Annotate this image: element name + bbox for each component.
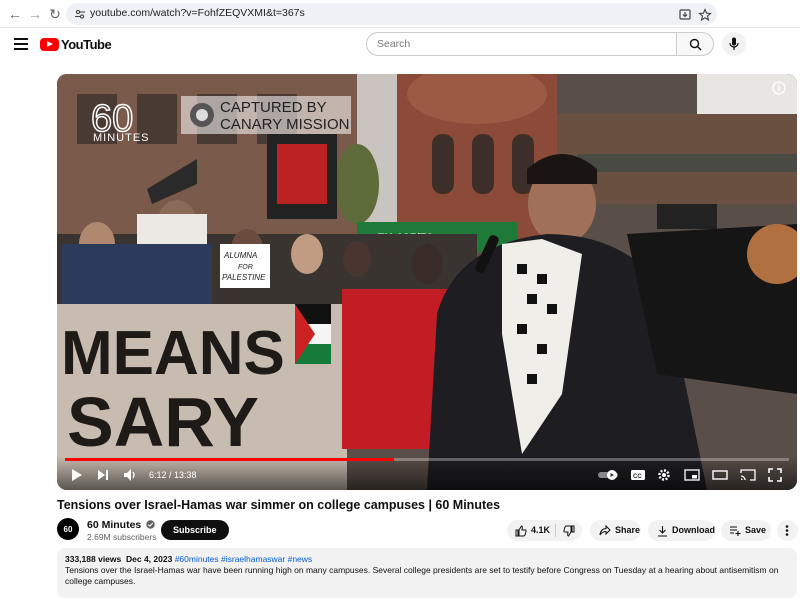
install-app-icon[interactable] bbox=[678, 8, 692, 22]
video-frame[interactable]: ZX-135/70 ALUMNA FOR PALESTINE MEANS SAR… bbox=[57, 74, 797, 490]
sign-text-line3: PALESTINE bbox=[222, 273, 266, 282]
overlay-captured-line1: CAPTURED BY bbox=[220, 99, 327, 116]
logo-text: YouTube bbox=[61, 36, 112, 52]
video-player[interactable]: ZX-135/70 ALUMNA FOR PALESTINE MEANS SAR… bbox=[57, 74, 797, 490]
voice-search-button[interactable] bbox=[722, 32, 746, 56]
youtube-header: YouTube Search bbox=[0, 28, 800, 64]
verified-check-icon bbox=[146, 520, 155, 529]
avatar-text: 60 bbox=[63, 524, 73, 534]
search-input[interactable]: Search bbox=[366, 32, 676, 56]
banner-text-line2: SARY bbox=[67, 383, 259, 461]
sign-text-line2: FOR bbox=[238, 264, 253, 271]
time-display: 6:12 / 13:38 bbox=[149, 470, 197, 480]
forward-icon[interactable]: → bbox=[26, 5, 44, 23]
download-button[interactable]: Download bbox=[648, 520, 715, 541]
url-text[interactable]: youtube.com/watch?v=FohfZEQVXMI&t=367s bbox=[90, 7, 305, 19]
captions-icon[interactable]: CC bbox=[630, 468, 646, 482]
channel-row: 60 60 Minutes 2.69M subscribers Subscrib… bbox=[57, 518, 798, 542]
reload-icon[interactable]: ↻ bbox=[46, 5, 64, 23]
youtube-play-icon bbox=[40, 37, 59, 51]
volume-icon[interactable] bbox=[123, 468, 137, 482]
theater-mode-icon[interactable] bbox=[712, 468, 728, 482]
save-label: Save bbox=[745, 525, 767, 535]
channel-name[interactable]: 60 Minutes bbox=[87, 519, 155, 531]
like-dislike-group: 4.1K bbox=[507, 520, 582, 541]
like-count: 4.1K bbox=[531, 525, 551, 535]
play-icon[interactable] bbox=[71, 468, 83, 482]
progress-bar[interactable] bbox=[65, 458, 789, 461]
dislike-button[interactable] bbox=[557, 520, 582, 541]
more-actions-button[interactable] bbox=[777, 520, 798, 541]
search-button[interactable] bbox=[676, 32, 714, 56]
video-title: Tensions over Israel-Hamas war simmer on… bbox=[57, 498, 501, 512]
subscribe-button[interactable]: Subscribe bbox=[161, 520, 229, 540]
browser-toolbar: ← → ↻ youtube.com/watch?v=FohfZEQVXMI&t=… bbox=[0, 0, 800, 28]
hamburger-menu-icon[interactable] bbox=[14, 38, 28, 50]
settings-gear-icon[interactable] bbox=[657, 468, 671, 482]
subscriber-count: 2.69M subscribers bbox=[87, 532, 157, 542]
download-icon bbox=[658, 526, 667, 537]
channel-avatar[interactable]: 60 bbox=[57, 518, 79, 540]
next-icon[interactable] bbox=[97, 468, 109, 482]
sign-text-line1: ALUMNA bbox=[223, 251, 257, 260]
share-button[interactable]: Share bbox=[590, 520, 641, 541]
bookmark-star-icon[interactable] bbox=[698, 8, 712, 22]
player-controls: 6:12 / 13:38 CC bbox=[57, 456, 797, 490]
upload-date: Dec 4, 2023 bbox=[125, 554, 173, 564]
thumbs-up-icon bbox=[515, 525, 527, 537]
share-label: Share bbox=[615, 525, 641, 535]
more-vert-icon bbox=[785, 525, 789, 536]
channel-name-text[interactable]: 60 Minutes bbox=[87, 519, 141, 531]
microphone-icon bbox=[729, 37, 739, 50]
overlay-captured-line2: CANARY MISSION bbox=[220, 116, 349, 133]
cast-icon[interactable] bbox=[740, 468, 756, 482]
autoplay-toggle-icon[interactable] bbox=[597, 468, 619, 482]
view-count: 333,188 views bbox=[65, 554, 122, 564]
hashtags[interactable]: #60minutes #israelhamaswar #news bbox=[175, 554, 313, 564]
description-meta: 333,188 views Dec 4, 2023 #60minutes #is… bbox=[65, 554, 789, 565]
address-bar[interactable]: youtube.com/watch?v=FohfZEQVXMI&t=367s bbox=[66, 3, 717, 25]
download-label: Download bbox=[672, 525, 715, 535]
progress-fill bbox=[65, 458, 395, 461]
search-icon bbox=[689, 38, 702, 51]
description-box[interactable]: 333,188 views Dec 4, 2023 #60minutes #is… bbox=[57, 548, 797, 598]
save-button[interactable]: Save bbox=[721, 520, 771, 541]
description-text: Tensions over the Israel-Hamas war have … bbox=[65, 565, 779, 586]
thumbs-down-icon bbox=[563, 525, 575, 537]
overlay-brand-line2: MINUTES bbox=[93, 132, 150, 144]
share-icon bbox=[599, 525, 611, 536]
banner-text-line1: MEANS bbox=[61, 319, 285, 388]
site-settings-icon[interactable] bbox=[74, 8, 86, 20]
svg-text:CC: CC bbox=[633, 474, 642, 480]
fullscreen-icon[interactable] bbox=[768, 468, 782, 482]
save-playlist-icon bbox=[730, 526, 741, 536]
search-placeholder: Search bbox=[377, 38, 411, 50]
like-button[interactable]: 4.1K bbox=[507, 520, 555, 541]
back-icon[interactable]: ← bbox=[6, 5, 24, 23]
miniplayer-icon[interactable] bbox=[684, 468, 700, 482]
youtube-logo[interactable]: YouTube bbox=[40, 36, 112, 52]
